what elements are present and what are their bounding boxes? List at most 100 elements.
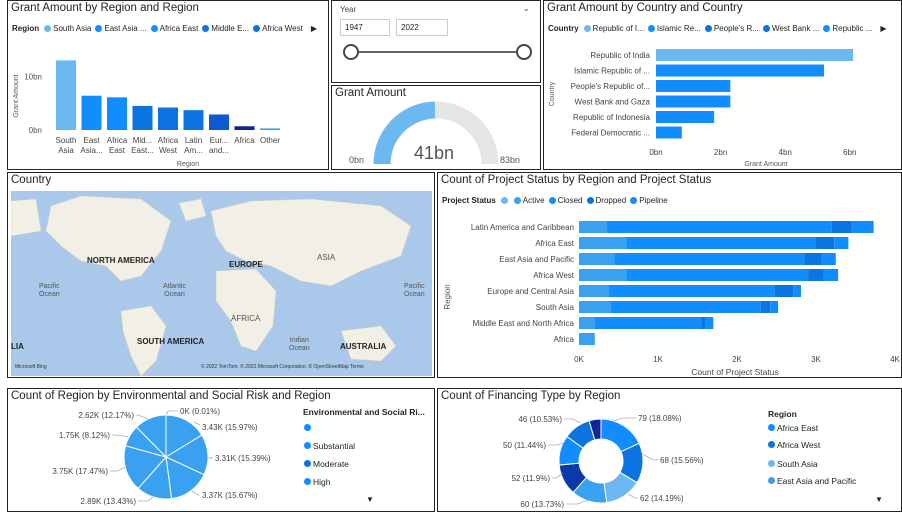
bar-segment[interactable] [579,269,627,281]
bar-segment[interactable] [579,221,607,233]
grant-by-country-chart: Country Republic of India Islamic Republic… [549,49,857,168]
legend-item[interactable]: East Asia ... [95,24,147,33]
bar-segment[interactable] [851,221,874,233]
legend-next-icon[interactable]: ▶ [311,24,317,33]
bar[interactable] [81,95,102,130]
map-copyright[interactable]: © 2022 TomTom, © 2022 Microsoft Corporat… [201,364,364,370]
legend-item[interactable]: South Asia [44,24,91,33]
legend-item[interactable]: Pipeline [630,196,668,205]
bar[interactable] [107,97,127,130]
bar[interactable] [158,107,178,131]
legend-item[interactable] [304,423,313,433]
legend-item[interactable]: High [304,477,330,487]
legend-item[interactable]: People's R... [704,24,759,33]
bar-segment[interactable] [579,237,627,249]
legend-scroll-down-icon[interactable]: ▼ [875,495,883,504]
bar[interactable] [56,60,76,130]
year-to-input[interactable]: 2022 [396,19,448,36]
slider-track[interactable] [352,51,522,53]
bar-segment[interactable] [579,285,610,297]
bar-segment[interactable] [774,285,794,297]
legend-item[interactable]: Dropped [586,196,626,205]
bar-segment[interactable] [579,317,595,329]
bar[interactable] [656,64,824,77]
bar-segment[interactable] [834,237,849,249]
bar-segment[interactable] [626,269,809,281]
bar-segment[interactable] [606,221,832,233]
bar-segment[interactable] [579,253,615,265]
y-tick-label: Republic of Indonesia [573,113,650,122]
bar-segment[interactable] [793,285,801,297]
bar-segment[interactable] [594,317,702,329]
bar[interactable] [656,111,715,123]
legend-item[interactable]: Africa West [768,440,820,450]
legend-scroll-down-icon[interactable]: ▼ [366,495,374,504]
x-tick-label: 0bn [649,148,662,157]
bar-segment[interactable] [804,253,822,265]
legend-item[interactable]: Islamic Re... [647,24,701,33]
legend-item[interactable]: Africa East [150,24,198,33]
bar[interactable] [260,128,280,130]
panel-title: Count of Project Status by Region and Pr… [441,174,712,186]
label-europe: EUROPE [229,260,263,269]
slice-label: 50 (11.44%) [503,441,546,450]
y-tick-label: Africa East [535,239,574,248]
legend-item[interactable]: Active [513,196,545,205]
legend-item[interactable]: Moderate [304,459,349,469]
x-tick-label: Africa East [107,136,128,155]
legend-item[interactable]: Republic of I... [583,24,644,33]
legend-title: Region [768,409,797,419]
y-tick-label: Middle East and North Africa [473,319,575,328]
bar-segment[interactable] [823,269,839,281]
world-map[interactable]: NORTH AMERICA EUROPE ASIA AFRICA SOUTH A… [11,191,432,376]
bar-segment[interactable] [816,237,835,249]
bar[interactable] [132,105,153,130]
bar[interactable] [209,114,229,130]
bar[interactable] [656,49,854,61]
legend-item[interactable]: East Asia and Pacific [768,476,856,486]
bar[interactable] [656,95,731,108]
env-risk-panel: Count of Region by Environmental and Soc… [7,388,435,512]
x-tick-label: 4K [890,355,900,364]
x-tick-label: Other [260,136,280,145]
legend-item[interactable]: Africa East [768,423,818,433]
slider-handle-start[interactable] [343,44,359,60]
bar-segment[interactable] [770,301,779,313]
legend-item[interactable]: Africa West [253,24,303,33]
chevron-down-icon[interactable]: ⌄ [522,3,530,14]
legend-title: Region [12,24,40,33]
legend-item[interactable]: Republic ... [823,24,872,33]
bar-segment[interactable] [626,237,816,249]
bar-segment[interactable] [808,269,824,281]
y-tick-label: Federal Democratic ... [571,129,650,138]
legend-item[interactable] [500,197,510,204]
y-tick-label: South Asia [536,303,575,312]
bar-segment[interactable] [579,301,611,313]
bar-segment[interactable] [821,253,836,265]
label-australia: AUSTRALIA [340,342,387,351]
legend-item[interactable]: Closed [548,196,583,205]
bar[interactable] [234,126,255,130]
bar-segment[interactable] [610,301,761,313]
bar-segment[interactable] [579,333,595,345]
bar-segment[interactable] [831,221,852,233]
legend-item[interactable]: South Asia [768,459,818,469]
year-from-input[interactable]: 1947 [340,19,390,36]
legend-item[interactable]: Substantial [304,441,355,451]
leader-line [110,466,126,472]
bar[interactable] [656,126,682,139]
y-tick-label: 10bn [24,72,42,81]
bar-segment[interactable] [705,317,714,329]
bar[interactable] [183,110,204,130]
bar[interactable] [656,80,731,92]
legend-item[interactable]: Middle E... [202,24,249,33]
x-tick-label: Africa West [158,136,179,155]
y-tick-label: 0bn [29,126,42,135]
bar-segment[interactable] [614,253,805,265]
slider-handle-end[interactable] [516,44,532,60]
bar-segment[interactable] [760,301,771,313]
bar-segment[interactable] [701,317,706,329]
legend-next-icon[interactable]: ▶ [880,24,886,33]
legend-item[interactable]: West Bank ... [762,24,819,33]
bar-segment[interactable] [609,285,775,297]
